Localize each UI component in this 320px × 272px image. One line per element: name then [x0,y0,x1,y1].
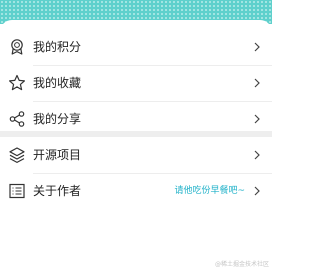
menu-item-about-author-label: 关于作者 [33,184,82,198]
menu-item-open-source[interactable]: 开源项目 [0,138,272,174]
menu-item-favorites[interactable]: 我的收藏 [0,66,272,102]
menu-item-open-source-label: 开源项目 [33,148,82,162]
layers-icon [9,147,25,163]
chevron-right-icon [254,42,260,52]
section-divider [0,131,272,137]
chevron-right-icon [254,186,260,196]
menu-item-shares-label: 我的分享 [33,112,82,126]
menu-card: 我的积分 我的收藏 我的分享 开源项目 关于作者 请他吃份早餐吧~ @稀土掘金技… [0,20,272,272]
chevron-right-icon [254,78,260,88]
badge-icon [11,39,23,55]
share-icon [9,111,25,127]
menu-item-points[interactable]: 我的积分 [0,30,272,66]
star-icon [9,74,25,91]
chevron-right-icon [254,114,260,124]
menu-item-points-label: 我的积分 [33,40,82,54]
menu-item-favorites-label: 我的收藏 [33,76,82,90]
watermark: @稀土掘金技术社区 [214,261,269,268]
document-list-icon [9,183,25,199]
chevron-right-icon [254,150,260,160]
about-author-hint: 请他吃份早餐吧~ [174,186,245,196]
menu-item-about-author[interactable]: 关于作者 请他吃份早餐吧~ [0,174,272,210]
